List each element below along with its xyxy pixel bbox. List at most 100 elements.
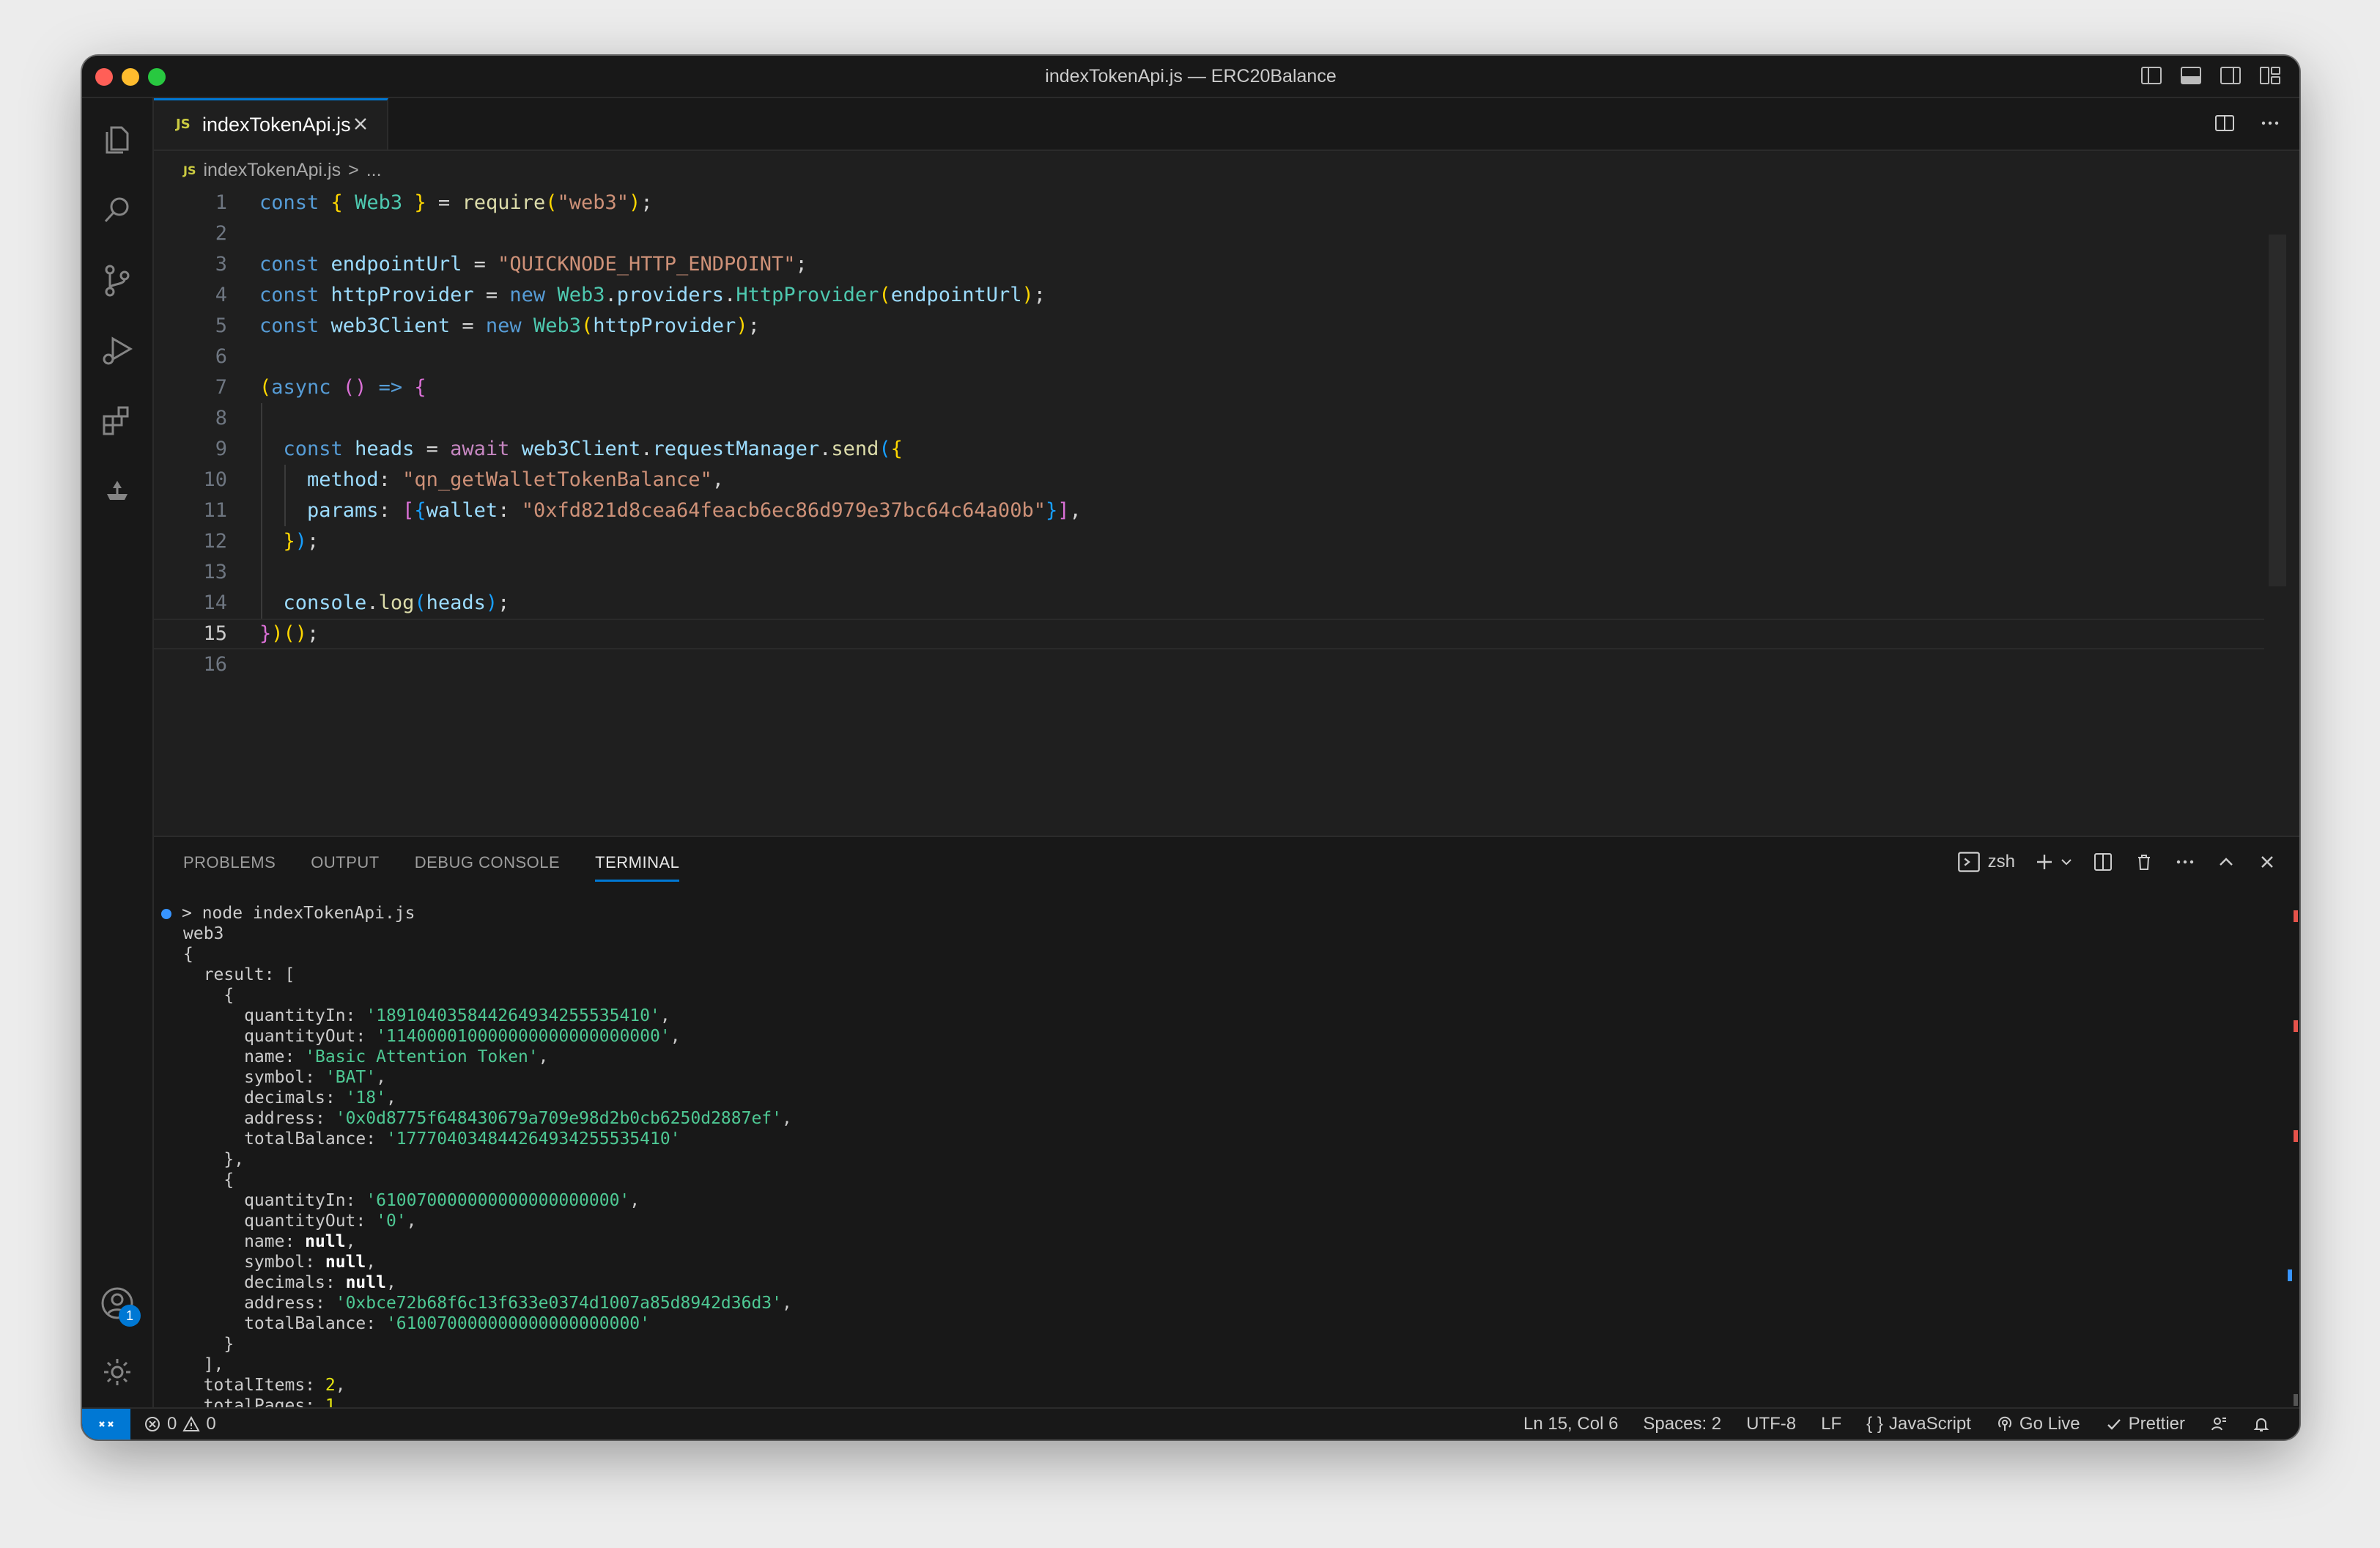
code-line[interactable]: 8 <box>154 403 2264 434</box>
code-line[interactable]: 1 const { Web3 } = require("web3"); <box>154 188 2264 218</box>
more-actions-icon[interactable] <box>2258 111 2282 135</box>
command-status-dot-icon[interactable] <box>161 908 171 919</box>
terminal-line: } <box>183 1335 234 1354</box>
cursor-position[interactable]: Ln 15, Col 6 <box>1523 1414 1618 1434</box>
warning-icon <box>182 1415 201 1431</box>
line-number: 15 <box>203 622 227 645</box>
accounts-icon[interactable]: 1 <box>97 1283 141 1327</box>
line-number: 11 <box>203 499 227 522</box>
line-number: 10 <box>203 468 227 491</box>
code-line[interactable]: 15 })(); <box>154 619 2264 649</box>
tab-problems[interactable]: PROBLEMS <box>183 853 276 882</box>
end-of-line[interactable]: LF <box>1821 1414 1841 1434</box>
tab-output[interactable]: OUTPUT <box>311 853 379 882</box>
line-number: 16 <box>203 653 227 676</box>
broadcast-icon <box>1998 1416 2011 1431</box>
terminal-line: quantityIn: '610070000000000000000000', <box>183 1191 640 1210</box>
terminal-shell-selector[interactable]: zsh <box>1957 850 2015 874</box>
code-line[interactable]: 5 const web3Client = new Web3(httpProvide… <box>154 311 2264 342</box>
code-line[interactable]: 13 <box>154 557 2264 588</box>
remote-indicator-button[interactable] <box>82 1409 130 1440</box>
code-text: method: "qn_getWalletTokenBalance", <box>307 468 725 491</box>
terminal-line: result: [ <box>183 965 295 984</box>
trash-icon[interactable] <box>2132 850 2156 874</box>
panel-tabs: PROBLEMS OUTPUT DEBUG CONSOLE TERMINAL <box>183 853 680 882</box>
prettier-status[interactable]: Prettier <box>2105 1414 2185 1434</box>
code-line[interactable]: 12 }); <box>154 526 2264 557</box>
customize-layout-icon[interactable] <box>2258 64 2282 86</box>
breadcrumb-more[interactable]: ... <box>366 160 382 181</box>
code-text: const heads = await web3Client.requestMa… <box>283 438 903 460</box>
split-terminal-icon[interactable] <box>2091 850 2115 874</box>
chevron-down-icon[interactable] <box>2059 850 2074 874</box>
terminal-output[interactable]: > node indexTokenApi.js web3 { result: [ {… <box>161 903 792 1440</box>
toggle-primary-sidebar-icon[interactable] <box>2140 64 2163 86</box>
terminal-line: decimals: null, <box>183 1273 396 1292</box>
editor-scrollbar[interactable] <box>2269 235 2286 586</box>
code-line[interactable]: 6 <box>154 342 2264 372</box>
code-line[interactable]: 14 console.log(heads); <box>154 588 2264 619</box>
accounts-badge: 1 <box>119 1305 141 1327</box>
tab-terminal[interactable]: TERMINAL <box>595 853 680 882</box>
code-text: const web3Client = new Web3(httpProvider… <box>259 314 760 337</box>
search-icon[interactable] <box>97 189 138 230</box>
remote-explorer-icon[interactable] <box>97 471 138 512</box>
extensions-icon[interactable] <box>97 400 138 441</box>
title-bar: indexTokenApi.js — ERC20Balance <box>82 56 2299 98</box>
prettier-label: Prettier <box>2128 1414 2185 1434</box>
code-line[interactable]: 3 const endpointUrl = "QUICKNODE_HTTP_END… <box>154 249 2264 280</box>
explorer-icon[interactable] <box>97 119 138 160</box>
code-text: params: [{wallet: "0xfd821d8cea64feacb6e… <box>307 499 1082 522</box>
language-label: JavaScript <box>1888 1414 1971 1434</box>
terminal-line: }, <box>183 1150 245 1169</box>
code-line[interactable]: 9 const heads = await web3Client.request… <box>154 434 2264 465</box>
source-control-icon[interactable] <box>97 259 138 301</box>
code-line[interactable]: 10 method: "qn_getWalletTokenBalance", <box>154 465 2264 495</box>
warning-count: 0 <box>206 1414 216 1434</box>
braces-icon: { } <box>1866 1414 1883 1434</box>
code-line[interactable]: 16 <box>154 649 2264 680</box>
terminal-scrollbar[interactable] <box>2288 837 2299 1410</box>
new-terminal-icon[interactable] <box>2033 850 2056 874</box>
maximize-panel-icon[interactable] <box>2214 850 2238 874</box>
manage-gear-icon[interactable] <box>97 1352 138 1393</box>
terminal-line: { <box>183 945 193 964</box>
code-line[interactable]: 4 const httpProvider = new Web3.providers… <box>154 280 2264 311</box>
status-bar: 0 0 Ln 15, Col 6 Spaces: 2 UTF-8 LF { } … <box>82 1407 2299 1440</box>
code-text: }); <box>283 530 319 553</box>
bottom-panel: PROBLEMS OUTPUT DEBUG CONSOLE TERMINAL zsh <box>154 836 2299 1440</box>
feedback-icon[interactable] <box>2210 1415 2228 1433</box>
code-editor[interactable]: 1 const { Web3 } = require("web3"); 2 3 cons… <box>154 188 2264 680</box>
breadcrumb: JS indexTokenApi.js > ... <box>183 155 382 185</box>
breadcrumb-file[interactable]: indexTokenApi.js <box>203 160 341 181</box>
more-actions-icon[interactable] <box>2173 850 2197 874</box>
code-text: })(); <box>259 622 319 645</box>
run-and-debug-icon[interactable] <box>97 330 138 371</box>
code-line[interactable]: 2 <box>154 218 2264 249</box>
code-line[interactable]: 11 params: [{wallet: "0xfd821d8cea64feac… <box>154 495 2264 526</box>
line-number: 8 <box>215 407 227 430</box>
editor-area: JS indexTokenApi.js JS indexTokenApi.js … <box>154 98 2299 835</box>
close-tab-icon[interactable] <box>350 114 371 134</box>
encoding[interactable]: UTF-8 <box>1746 1414 1796 1434</box>
indentation[interactable]: Spaces: 2 <box>1643 1414 1721 1434</box>
problems-status[interactable]: 0 0 <box>144 1414 216 1434</box>
code-text: const endpointUrl = "QUICKNODE_HTTP_ENDP… <box>259 253 808 276</box>
line-number: 13 <box>203 561 227 583</box>
code-line[interactable]: 7 (async () => { <box>154 372 2264 403</box>
editor-tabs: JS indexTokenApi.js <box>154 98 2299 151</box>
activity-bar: 1 <box>82 98 154 1409</box>
check-icon <box>2107 1419 2121 1430</box>
language-mode[interactable]: { } JavaScript <box>1866 1414 1971 1434</box>
tab-debug-console[interactable]: DEBUG CONSOLE <box>415 853 560 882</box>
line-number: 7 <box>215 376 227 399</box>
go-live-button[interactable]: Go Live <box>1996 1414 2080 1434</box>
terminal-line: symbol: null, <box>183 1253 377 1272</box>
line-number: 14 <box>203 591 227 614</box>
notifications-bell-icon[interactable] <box>2252 1415 2270 1433</box>
toggle-panel-icon[interactable] <box>2179 64 2203 86</box>
split-editor-icon[interactable] <box>2213 111 2236 135</box>
close-panel-icon[interactable] <box>2255 850 2279 874</box>
toggle-secondary-sidebar-icon[interactable] <box>2219 64 2242 86</box>
tab-indexTokenApi[interactable]: JS indexTokenApi.js <box>154 98 388 150</box>
